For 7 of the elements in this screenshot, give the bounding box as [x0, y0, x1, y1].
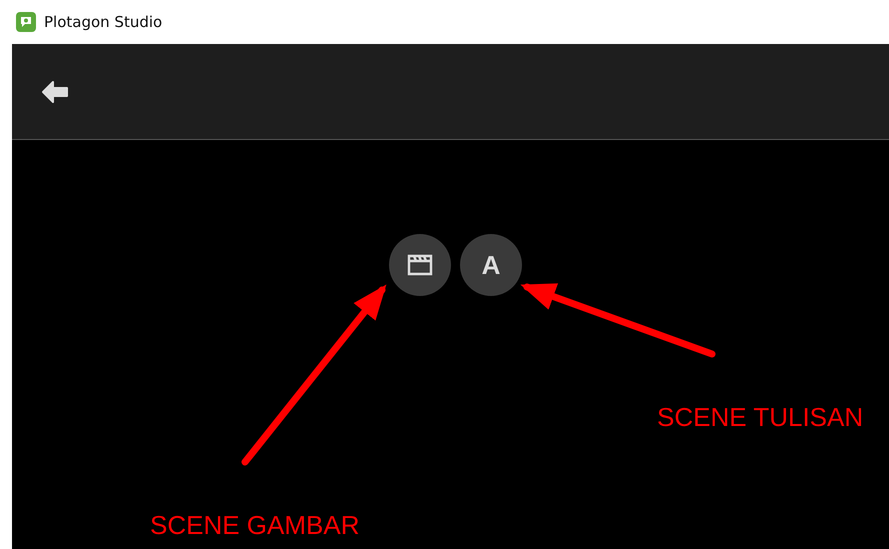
annotation-label: SCENE TULISAN — [657, 402, 864, 433]
window-title: Plotagon Studio — [44, 13, 162, 31]
app-logo-icon — [16, 12, 36, 32]
back-arrow-icon[interactable] — [40, 80, 70, 104]
annotation-label: SCENE GAMBAR — [150, 510, 360, 541]
clapperboard-icon — [407, 254, 433, 276]
text-button[interactable]: A — [460, 234, 522, 296]
